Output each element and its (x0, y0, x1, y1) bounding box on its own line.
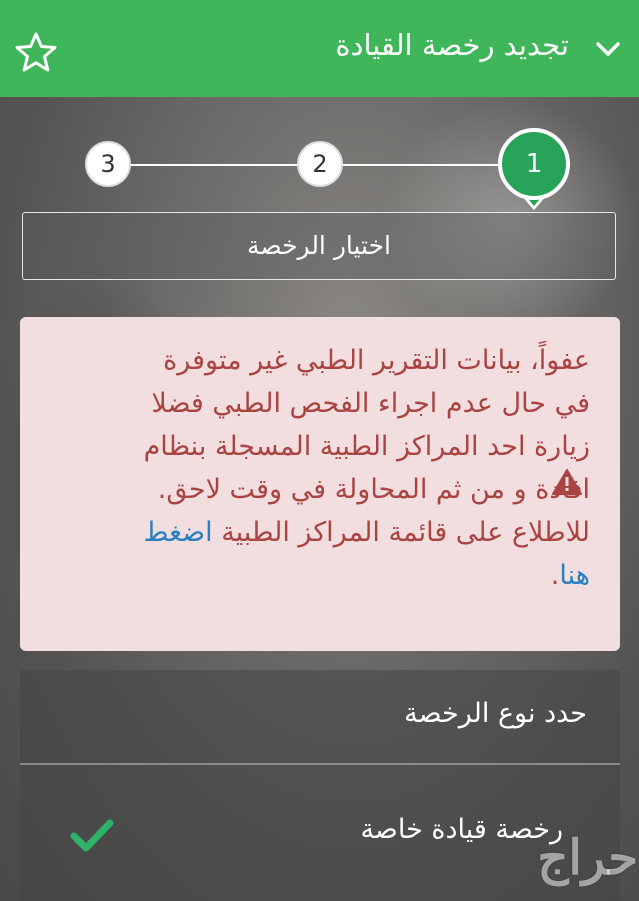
medical-report-alert: عفواً، بيانات التقرير الطبي غير متوفرة ف… (20, 317, 620, 651)
step-2[interactable]: 2 (297, 141, 343, 187)
star-outline-icon[interactable] (14, 30, 58, 74)
step-2-label: 2 (312, 150, 328, 178)
app-header: تجديد رخصة القيادة (0, 0, 639, 97)
licence-selection-box: اختيار الرخصة (22, 212, 616, 280)
page-title: تجديد رخصة القيادة (335, 28, 569, 62)
chevron-down-icon[interactable] (595, 38, 621, 60)
alert-message: عفواً، بيانات التقرير الطبي غير متوفرة ف… (120, 339, 591, 597)
step-1-label: 1 (525, 149, 543, 179)
haraj-watermark: حراج (537, 830, 638, 886)
step-1-active[interactable]: 1 (498, 128, 570, 200)
checkmark-icon (70, 819, 114, 852)
licence-selection-label: اختيار الرخصة (246, 231, 392, 260)
step-3-label: 3 (100, 150, 116, 178)
step-3[interactable]: 3 (85, 141, 131, 187)
licence-option-private[interactable]: رخصة قيادة خاصة (360, 814, 563, 845)
warning-triangle-icon (552, 469, 582, 495)
licence-type-title: حدد نوع الرخصة (404, 698, 587, 729)
